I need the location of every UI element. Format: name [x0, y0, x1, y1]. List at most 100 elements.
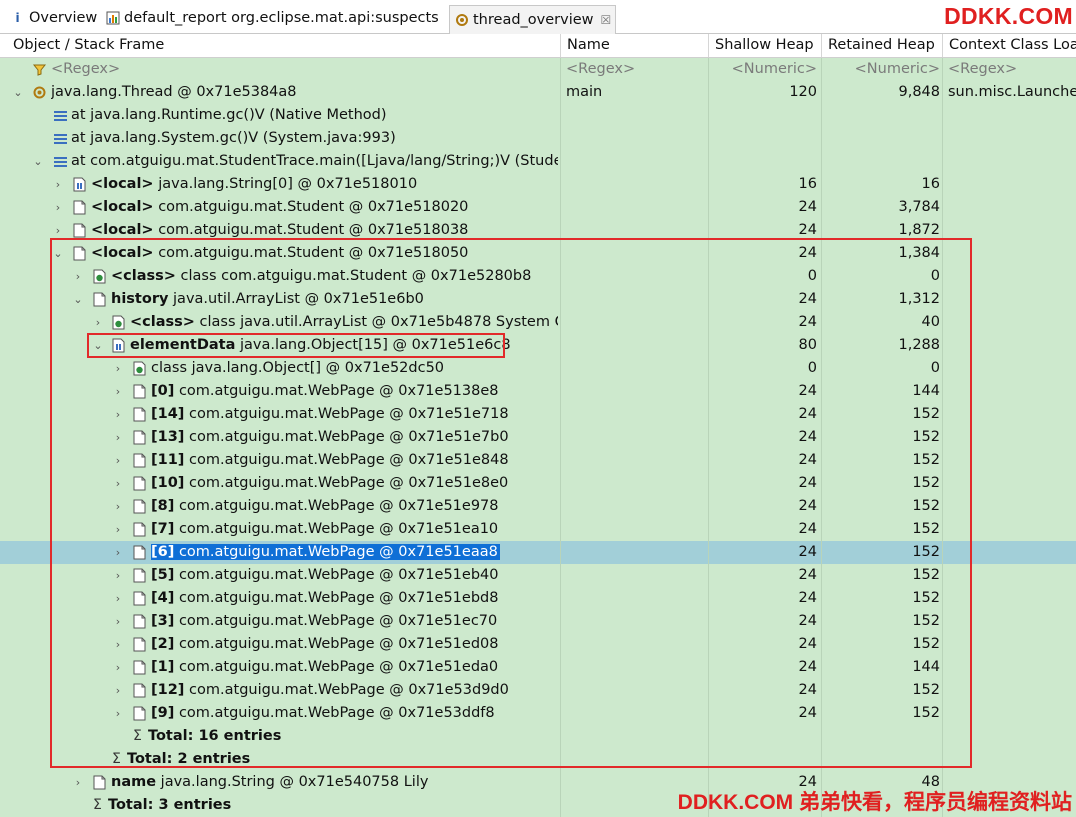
expand-arrow-icon[interactable]: › — [112, 541, 124, 564]
tree-row[interactable]: › [7] com.atguigu.mat.WebPage @ 0x71e51ea… — [0, 518, 1076, 541]
object-cell[interactable]: java.lang.Thread @ 0x71e5384a8 — [51, 81, 558, 104]
object-cell[interactable]: [0] com.atguigu.mat.WebPage @ 0x71e5138e… — [151, 380, 558, 403]
expand-arrow-icon[interactable]: › — [112, 679, 124, 702]
tree-row[interactable]: › [12] com.atguigu.mat.WebPage @ 0x71e53d… — [0, 679, 1076, 702]
object-cell[interactable]: [5] com.atguigu.mat.WebPage @ 0x71e51eb4… — [151, 564, 558, 587]
object-cell[interactable]: [13] com.atguigu.mat.WebPage @ 0x71e51e7… — [151, 426, 558, 449]
object-cell[interactable]: <class> class java.util.ArrayList @ 0x71… — [130, 311, 558, 334]
column-header-name[interactable]: Name — [561, 34, 709, 57]
expand-arrow-icon[interactable]: › — [112, 518, 124, 541]
object-cell[interactable]: [10] com.atguigu.mat.WebPage @ 0x71e51e8… — [151, 472, 558, 495]
tree-row[interactable]: › <local> com.atguigu.mat.Student @ 0x71e… — [0, 219, 1076, 242]
object-cell[interactable]: [11] com.atguigu.mat.WebPage @ 0x71e51e8… — [151, 449, 558, 472]
object-tree-table[interactable]: <Regex> <Regex> <Numeric> <Numeric> <Regex> ⌄… — [0, 58, 1076, 817]
object-cell[interactable]: at com.atguigu.mat.StudentTrace.main([Lj… — [71, 150, 558, 173]
tab-thread-overview[interactable]: thread_overview ☒ — [449, 5, 617, 34]
tab-default-report[interactable]: default_report org.eclipse.mat.api:suspe… — [101, 6, 443, 30]
object-cell[interactable]: [2] com.atguigu.mat.WebPage @ 0x71e51ed0… — [151, 633, 558, 656]
object-cell[interactable]: <Regex> — [51, 58, 558, 81]
column-header-context-class-loader[interactable]: Context Class Loa — [943, 34, 1076, 57]
tree-row[interactable]: › [13] com.atguigu.mat.WebPage @ 0x71e51e… — [0, 426, 1076, 449]
tree-row[interactable]: at java.lang.Runtime.gc()V (Native Metho… — [0, 104, 1076, 127]
object-cell[interactable]: [8] com.atguigu.mat.WebPage @ 0x71e51e97… — [151, 495, 558, 518]
object-cell[interactable]: <local> com.atguigu.mat.Student @ 0x71e5… — [91, 196, 558, 219]
filter-row[interactable]: <Regex> <Regex> <Numeric> <Numeric> <Regex> — [0, 58, 1076, 81]
object-cell[interactable]: [7] com.atguigu.mat.WebPage @ 0x71e51ea1… — [151, 518, 558, 541]
collapse-arrow-icon[interactable]: ⌄ — [52, 242, 64, 265]
tree-row[interactable]: › <local> java.lang.String[0] @ 0x71e5180… — [0, 173, 1076, 196]
tree-row[interactable]: › [8] com.atguigu.mat.WebPage @ 0x71e51e9… — [0, 495, 1076, 518]
column-header-retained-heap[interactable]: Retained Heap — [822, 34, 943, 57]
object-cell[interactable]: history java.util.ArrayList @ 0x71e51e6b… — [111, 288, 558, 311]
tree-row[interactable]: › <class> class com.atguigu.mat.Student @… — [0, 265, 1076, 288]
collapse-arrow-icon[interactable]: ⌄ — [92, 334, 104, 357]
tree-row[interactable]: › [3] com.atguigu.mat.WebPage @ 0x71e51ec… — [0, 610, 1076, 633]
expand-arrow-icon[interactable]: › — [92, 311, 104, 334]
expand-arrow-icon[interactable]: › — [112, 587, 124, 610]
expand-arrow-icon[interactable]: › — [112, 610, 124, 633]
tree-row[interactable]: ⌄ elementData java.lang.Object[15] @ 0x71… — [0, 334, 1076, 357]
object-cell[interactable]: <local> java.lang.String[0] @ 0x71e51801… — [91, 173, 558, 196]
expand-arrow-icon[interactable]: › — [72, 265, 84, 288]
object-cell[interactable]: Total: 16 entries — [148, 725, 558, 748]
expand-arrow-icon[interactable]: › — [112, 426, 124, 449]
collapse-arrow-icon[interactable]: ⌄ — [72, 288, 84, 311]
tree-row[interactable]: › [1] com.atguigu.mat.WebPage @ 0x71e51ed… — [0, 656, 1076, 679]
object-cell[interactable]: [12] com.atguigu.mat.WebPage @ 0x71e53d9… — [151, 679, 558, 702]
tree-row[interactable]: › [2] com.atguigu.mat.WebPage @ 0x71e51ed… — [0, 633, 1076, 656]
tree-row[interactable]: › [5] com.atguigu.mat.WebPage @ 0x71e51eb… — [0, 564, 1076, 587]
tree-row[interactable]: › [9] com.atguigu.mat.WebPage @ 0x71e53dd… — [0, 702, 1076, 725]
collapse-arrow-icon[interactable]: ⌄ — [32, 150, 44, 173]
close-icon[interactable]: ☒ — [601, 13, 612, 27]
tree-row[interactable]: › class java.lang.Object[] @ 0x71e52dc50 0… — [0, 357, 1076, 380]
expand-arrow-icon[interactable]: › — [52, 196, 64, 219]
tree-row[interactable]: ⌄ <local> com.atguigu.mat.Student @ 0x71e… — [0, 242, 1076, 265]
column-header-shallow-heap[interactable]: Shallow Heap — [709, 34, 822, 57]
expand-arrow-icon[interactable]: › — [112, 380, 124, 403]
expand-arrow-icon[interactable]: › — [112, 449, 124, 472]
object-cell[interactable]: <local> com.atguigu.mat.Student @ 0x71e5… — [91, 219, 558, 242]
expand-arrow-icon[interactable]: › — [112, 564, 124, 587]
total-row[interactable]: Σ Total: 2 entries — [0, 748, 1076, 771]
expand-arrow-icon[interactable]: › — [112, 357, 124, 380]
object-cell[interactable]: class java.lang.Object[] @ 0x71e52dc50 — [151, 357, 558, 380]
object-cell[interactable]: <class> class com.atguigu.mat.Student @ … — [111, 265, 558, 288]
tree-row[interactable]: › [4] com.atguigu.mat.WebPage @ 0x71e51eb… — [0, 587, 1076, 610]
collapse-arrow-icon[interactable]: ⌄ — [12, 81, 24, 104]
tree-row[interactable]: ⌄ history java.util.ArrayList @ 0x71e51e6… — [0, 288, 1076, 311]
tree-row[interactable]: › [6] com.atguigu.mat.WebPage @ 0x71e51ea… — [0, 541, 1076, 564]
object-cell[interactable]: Total: 3 entries — [108, 794, 558, 817]
object-cell[interactable]: [4] com.atguigu.mat.WebPage @ 0x71e51ebd… — [151, 587, 558, 610]
expand-arrow-icon[interactable]: › — [112, 633, 124, 656]
total-row[interactable]: Σ Total: 16 entries — [0, 725, 1076, 748]
object-cell[interactable]: <local> com.atguigu.mat.Student @ 0x71e5… — [91, 242, 558, 265]
object-cell[interactable]: at java.lang.Runtime.gc()V (Native Metho… — [71, 104, 558, 127]
object-cell[interactable]: [6] com.atguigu.mat.WebPage @ 0x71e51eaa… — [151, 541, 558, 564]
tree-row[interactable]: › <class> class java.util.ArrayList @ 0x7… — [0, 311, 1076, 334]
expand-arrow-icon[interactable]: › — [52, 173, 64, 196]
object-cell[interactable]: [9] com.atguigu.mat.WebPage @ 0x71e53ddf… — [151, 702, 558, 725]
expand-arrow-icon[interactable]: › — [112, 656, 124, 679]
expand-arrow-icon[interactable]: › — [112, 472, 124, 495]
tree-row[interactable]: › [14] com.atguigu.mat.WebPage @ 0x71e51e… — [0, 403, 1076, 426]
tree-row[interactable]: at java.lang.System.gc()V (System.java:9… — [0, 127, 1076, 150]
tree-row[interactable]: › [10] com.atguigu.mat.WebPage @ 0x71e51e… — [0, 472, 1076, 495]
tab-overview[interactable]: i Overview — [6, 6, 101, 30]
expand-arrow-icon[interactable]: › — [72, 771, 84, 794]
object-cell[interactable]: [1] com.atguigu.mat.WebPage @ 0x71e51eda… — [151, 656, 558, 679]
expand-arrow-icon[interactable]: › — [112, 495, 124, 518]
tree-row[interactable]: › [11] com.atguigu.mat.WebPage @ 0x71e51e… — [0, 449, 1076, 472]
object-cell[interactable]: [3] com.atguigu.mat.WebPage @ 0x71e51ec7… — [151, 610, 558, 633]
object-cell[interactable]: name java.lang.String @ 0x71e540758 Lily — [111, 771, 558, 794]
object-cell[interactable]: Total: 2 entries — [127, 748, 558, 771]
column-header-object[interactable]: Object / Stack Frame — [0, 34, 561, 57]
object-cell[interactable]: elementData java.lang.Object[15] @ 0x71e… — [130, 334, 558, 357]
object-cell[interactable]: [14] com.atguigu.mat.WebPage @ 0x71e51e7… — [151, 403, 558, 426]
expand-arrow-icon[interactable]: › — [52, 219, 64, 242]
tree-row[interactable]: ⌄ at com.atguigu.mat.StudentTrace.main([L… — [0, 150, 1076, 173]
expand-arrow-icon[interactable]: › — [112, 403, 124, 426]
tree-row[interactable]: › [0] com.atguigu.mat.WebPage @ 0x71e5138… — [0, 380, 1076, 403]
expand-arrow-icon[interactable]: › — [112, 702, 124, 725]
tree-row[interactable]: › <local> com.atguigu.mat.Student @ 0x71e… — [0, 196, 1076, 219]
tree-row[interactable]: ⌄ java.lang.Thread @ 0x71e5384a8 main 120 9,… — [0, 81, 1076, 104]
